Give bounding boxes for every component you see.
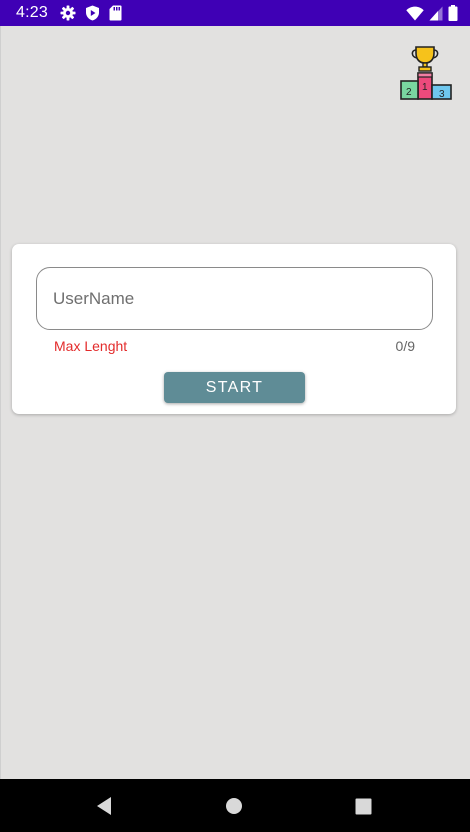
status-time: 4:23: [16, 4, 48, 21]
gear-icon: [60, 5, 76, 21]
battery-icon: [448, 5, 458, 21]
status-notification-icons: [60, 5, 122, 21]
sd-card-icon: [109, 5, 122, 21]
status-system-icons: [406, 5, 458, 21]
wifi-icon: [406, 6, 424, 20]
podium-label-1: 1: [422, 82, 428, 93]
leaderboard-button[interactable]: 2 1 3: [398, 44, 456, 102]
home-icon: [226, 798, 242, 814]
back-button[interactable]: [91, 793, 117, 819]
podium-trophy-icon: 2 1 3: [400, 46, 452, 100]
username-input[interactable]: [53, 268, 413, 329]
podium-label-2: 2: [406, 87, 412, 98]
podium-label-3: 3: [439, 89, 445, 100]
navigation-bar: [0, 779, 470, 832]
shield-play-icon: [86, 5, 99, 21]
character-counter: 0/9: [395, 338, 415, 354]
back-icon: [97, 797, 111, 815]
start-button[interactable]: START: [164, 372, 305, 403]
max-length-helper: Max Lenght: [54, 338, 128, 354]
status-bar: 4:23: [0, 0, 470, 26]
recents-icon: [355, 798, 371, 814]
login-card: Max Lenght 0/9 START: [12, 244, 456, 414]
recents-button[interactable]: [350, 793, 376, 819]
home-button[interactable]: [221, 793, 247, 819]
cell-signal-icon: [429, 6, 443, 20]
username-field[interactable]: [36, 267, 433, 330]
